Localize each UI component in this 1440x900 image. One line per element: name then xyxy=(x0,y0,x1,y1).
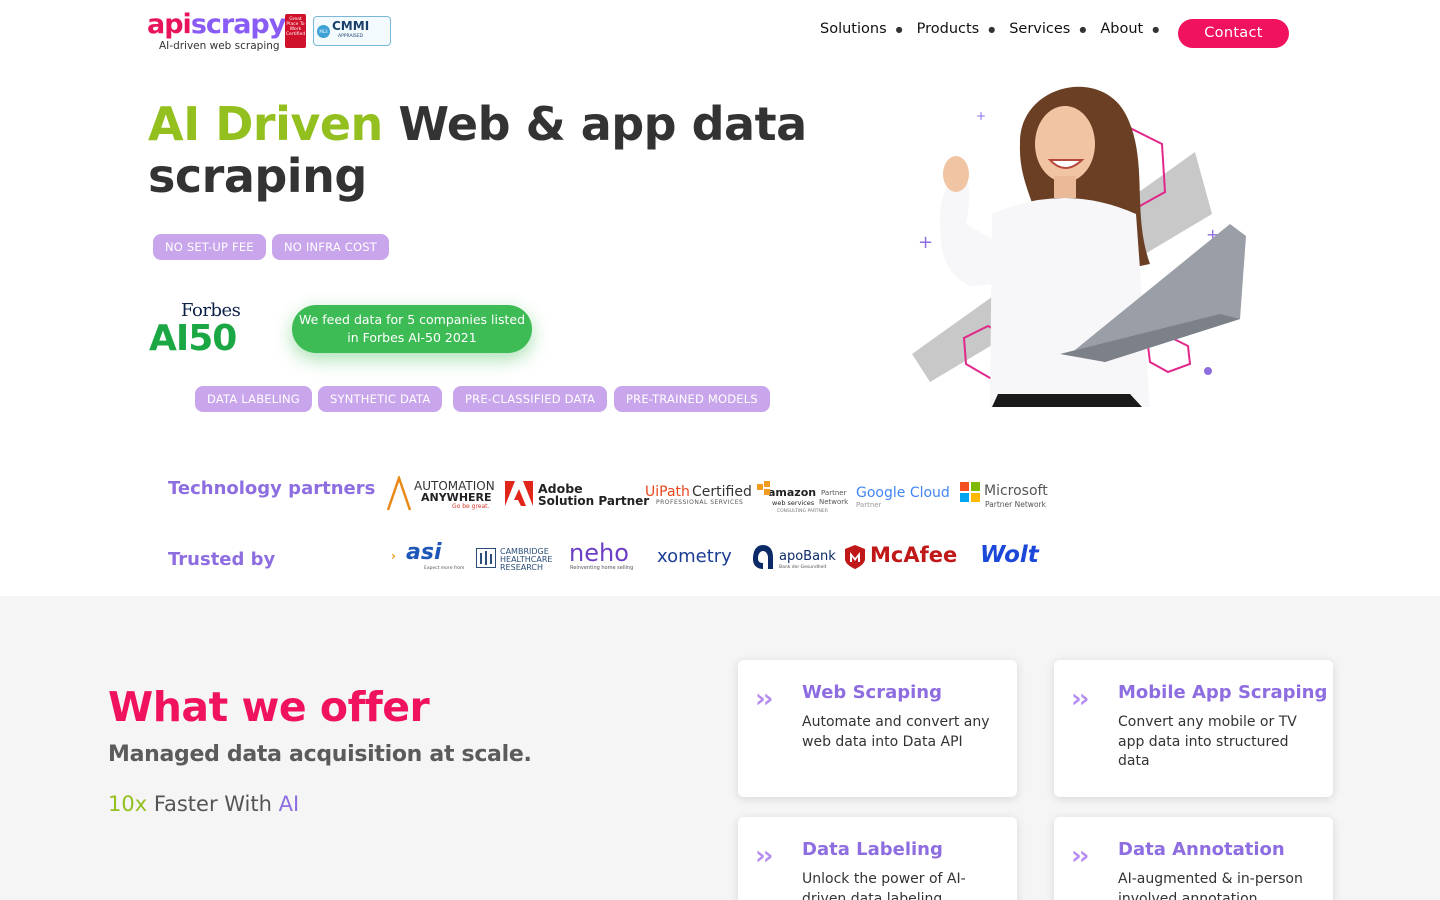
neho-word: neho xyxy=(569,539,629,567)
wolt-logo: Wolt xyxy=(980,542,1039,568)
aws-network-word: Network xyxy=(819,498,849,506)
google-cloud-word: Google Cloud xyxy=(856,485,950,501)
offer-title: What we offer xyxy=(108,683,430,731)
contact-button[interactable]: Contact xyxy=(1178,19,1289,48)
card-data-labeling[interactable]: ›› Data Labeling Unlock the power of AI-… xyxy=(738,817,1017,900)
aws-partner-word: Partner xyxy=(821,489,847,497)
double-chevron-right-icon: ›› xyxy=(755,684,774,714)
adobe-solution-partner-word: Solution Partner xyxy=(538,494,650,508)
cmmi-badge: ML3 CMMI APPRAISED xyxy=(313,16,391,46)
uipath-word: UiPath xyxy=(645,484,690,500)
aws-boxes-icon xyxy=(757,481,770,495)
cambridge-bars-icon xyxy=(476,548,496,568)
speed-ai: AI xyxy=(278,792,300,816)
neho-subline: Reinventing home selling xyxy=(570,565,634,571)
cmmi-level-dot: ML3 xyxy=(317,25,330,38)
nav-item-services[interactable]: Services ● xyxy=(1009,21,1086,37)
nav-item-products[interactable]: Products ● xyxy=(917,21,996,37)
cmmi-title: CMMI xyxy=(332,19,370,33)
card-title: Data Labeling xyxy=(802,839,943,860)
asi-word: asi xyxy=(406,540,442,565)
card-mobile-app-scraping[interactable]: ›› Mobile App Scraping Convert any mobil… xyxy=(1054,660,1333,797)
double-chevron-right-icon: ›› xyxy=(755,841,774,871)
page: apiscrapy AI-driven web scraping Great P… xyxy=(0,0,1440,900)
automation-anywhere-tagline: Go be great. xyxy=(452,503,490,510)
microsoft-partner-network-word: Partner Network xyxy=(985,500,1046,509)
card-description: Unlock the power of AI-driven data label… xyxy=(802,871,966,900)
caret-down-icon: ● xyxy=(895,24,903,34)
apobank-a-icon xyxy=(753,545,773,569)
synthetic-data-pill: SYNTHETIC DATA xyxy=(318,386,443,412)
mcafee-word: McAfee xyxy=(870,543,958,567)
pre-trained-models-pill: PRE-TRAINED MODELS xyxy=(614,386,770,412)
speed-text: Faster With xyxy=(147,792,279,816)
card-title: Web Scraping xyxy=(802,682,942,703)
card-data-annotation[interactable]: ›› Data Annotation AI-augmented & in-per… xyxy=(1054,817,1333,900)
no-infra-cost-pill: NO INFRA COST xyxy=(272,234,389,260)
site-logo[interactable]: apiscrapy AI-driven web scraping Great P… xyxy=(147,10,397,54)
caret-down-icon: ● xyxy=(988,24,996,34)
forbes-feed-callout: We feed data for 5 companies listed in F… xyxy=(292,305,532,353)
cmmi-subtitle: APPRAISED xyxy=(338,34,364,39)
card-title: Data Annotation xyxy=(1118,839,1285,860)
main-nav: Solutions ● Products ● Services ● About ● xyxy=(820,21,1173,37)
nav-item-solutions[interactable]: Solutions ● xyxy=(820,21,903,37)
automation-anywhere-a-icon xyxy=(386,476,412,511)
forbes-ai50-logo: Forbes AI50 xyxy=(149,300,274,360)
mcafee-shield-icon xyxy=(845,545,865,569)
nav-item-about[interactable]: About ● xyxy=(1100,21,1159,37)
logo-wordmark: apiscrapy xyxy=(147,9,286,40)
card-web-scraping[interactable]: ›› Web Scraping Automate and convert any… xyxy=(738,660,1017,797)
asi-arrow-icon: › xyxy=(391,549,396,563)
card-description: Automate and convert any web data into D… xyxy=(802,714,990,750)
offer-speed-claim: 10x Faster With AI xyxy=(108,792,299,816)
nav-label: About xyxy=(1100,21,1144,37)
asi-subline: Expect more from xyxy=(424,566,465,571)
google-partner-word: Partner xyxy=(856,501,882,509)
trusted-by-label: Trusted by xyxy=(168,549,276,570)
double-chevron-right-icon: ›› xyxy=(1071,841,1090,871)
uipath-subline: PROFESSIONAL SERVICES xyxy=(656,499,744,506)
apobank-word: apoBank xyxy=(779,549,836,564)
card-description: Convert any mobile or TV app data into s… xyxy=(1118,714,1297,769)
great-place-to-work-badge: Great Place To Work Certified xyxy=(285,14,306,48)
microsoft-windows-icon xyxy=(960,482,980,502)
svg-text:+: + xyxy=(976,109,986,123)
speed-multiplier: 10x xyxy=(108,792,148,816)
hero-woman-with-laptop-image: + + + xyxy=(912,86,1246,407)
cambridge-line3: RESEARCH xyxy=(500,563,543,572)
technology-partners-label: Technology partners xyxy=(168,478,376,499)
ai50-wordmark: AI50 xyxy=(149,318,237,359)
uipath-certified-word: Certified xyxy=(692,484,752,500)
pre-classified-data-pill: PRE-CLASSIFIED DATA xyxy=(453,386,608,412)
aws-web-services-word: web services xyxy=(772,499,815,507)
hero-title-accent: AI Driven xyxy=(148,97,383,151)
caret-down-icon: ● xyxy=(1152,24,1160,34)
logo-tagline: AI-driven web scraping xyxy=(159,40,280,52)
offer-subtitle: Managed data acquisition at scale. xyxy=(108,742,532,767)
svg-text:+: + xyxy=(918,232,933,253)
nav-label: Solutions xyxy=(820,21,887,37)
hero-title: AI Driven Web & app data scraping xyxy=(148,98,808,202)
caret-down-icon: ● xyxy=(1079,24,1087,34)
card-description: AI-augmented & in-person involved annota… xyxy=(1118,871,1303,900)
adobe-a-icon xyxy=(505,481,533,506)
no-setup-fee-pill: NO SET-UP FEE xyxy=(153,234,266,260)
aws-amazon-word: amazon xyxy=(768,486,817,499)
xometry-logo: xometry xyxy=(657,546,732,567)
nav-label: Products xyxy=(916,21,980,37)
data-labeling-pill: DATA LABELING xyxy=(195,386,312,412)
card-title: Mobile App Scraping xyxy=(1118,682,1328,703)
double-chevron-right-icon: ›› xyxy=(1071,684,1090,714)
apobank-subline: Bank der Gesundheit xyxy=(779,565,827,570)
aws-consulting-word: CONSULTING PARTNER xyxy=(777,509,828,514)
nav-label: Services xyxy=(1009,21,1071,37)
microsoft-word: Microsoft xyxy=(984,483,1048,499)
